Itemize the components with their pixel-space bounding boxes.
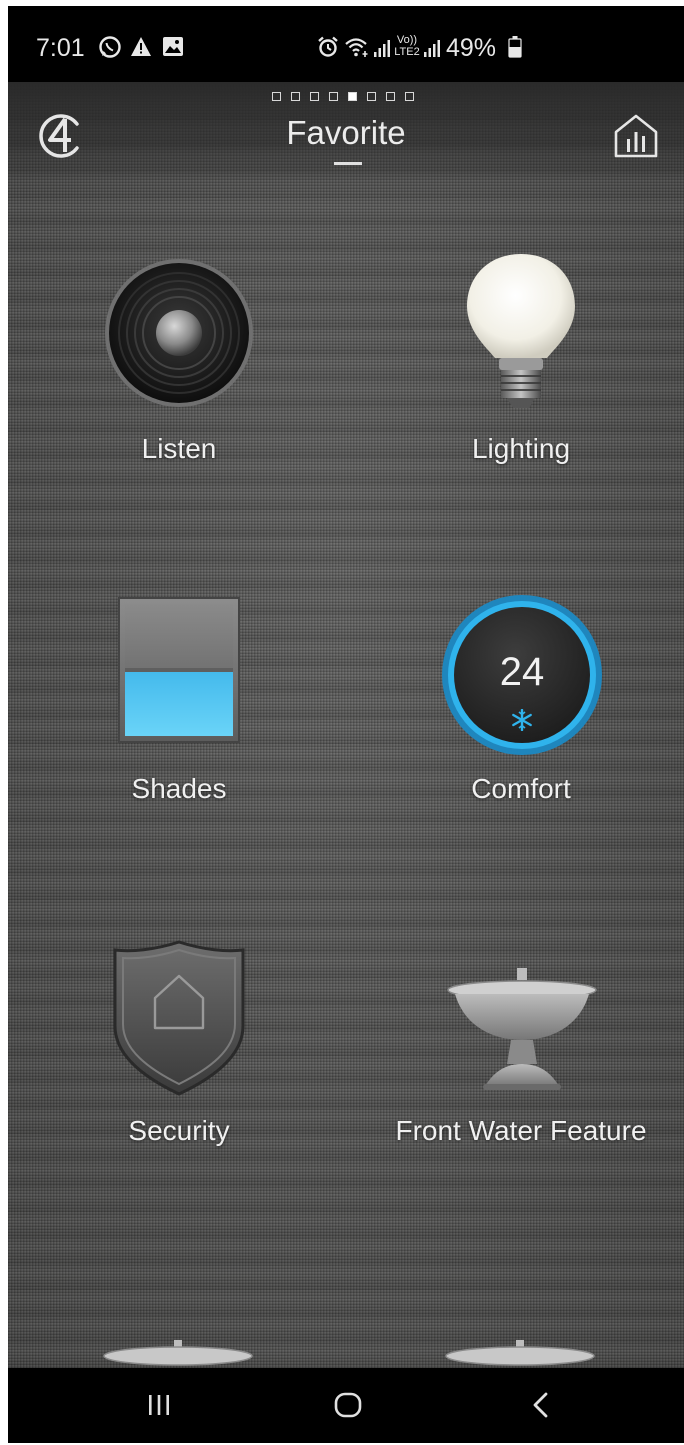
navigation-bar bbox=[8, 1368, 684, 1443]
temperature-readout: 24 bbox=[499, 650, 545, 694]
favorites-screen: Favorite Listen Lighting Shades 24 Comfo… bbox=[8, 82, 684, 1368]
volte-label-bottom: LTE2 bbox=[394, 46, 420, 58]
status-time: 7:01 bbox=[36, 34, 85, 62]
tile-listen[interactable]: Listen bbox=[29, 248, 329, 508]
page-dot-active[interactable] bbox=[348, 92, 357, 101]
signal-icon bbox=[423, 38, 441, 63]
fountain-icon bbox=[445, 968, 599, 1099]
title-underline bbox=[334, 162, 362, 165]
gallery-icon bbox=[162, 36, 184, 63]
tile-lighting[interactable]: Lighting bbox=[371, 248, 671, 508]
tile-partial[interactable] bbox=[445, 1340, 595, 1368]
tile-front-water-feature[interactable]: Front Water Feature bbox=[371, 930, 671, 1190]
home-icon[interactable] bbox=[333, 1390, 363, 1425]
whatsapp-icon bbox=[98, 35, 122, 64]
page-dot[interactable] bbox=[386, 92, 395, 101]
tile-partial[interactable] bbox=[103, 1340, 253, 1368]
light-bulb-icon bbox=[459, 248, 583, 428]
page-dot[interactable] bbox=[310, 92, 319, 101]
tile-comfort[interactable]: 24 Comfort bbox=[371, 588, 671, 848]
alarm-icon bbox=[317, 36, 339, 63]
alert-icon bbox=[130, 36, 152, 63]
volte-label-top: Vo)) bbox=[396, 34, 418, 46]
house-stats-icon[interactable] bbox=[612, 112, 660, 165]
tile-label: Front Water Feature bbox=[395, 1115, 647, 1146]
phone-screen: 7:01 Vo)) LTE2 49% Favorite Listen Light… bbox=[8, 6, 684, 1443]
wifi-icon bbox=[344, 36, 370, 63]
page-dot[interactable] bbox=[329, 92, 338, 101]
tile-label: Listen bbox=[141, 433, 217, 464]
page-dot[interactable] bbox=[272, 92, 281, 101]
tile-security[interactable]: Security bbox=[29, 930, 329, 1190]
tile-shades[interactable]: Shades bbox=[29, 588, 329, 848]
header: Favorite bbox=[8, 82, 684, 192]
tile-label: Lighting bbox=[471, 433, 571, 464]
battery-icon bbox=[508, 36, 522, 63]
back-icon[interactable] bbox=[528, 1390, 554, 1425]
status-bar: 7:01 Vo)) LTE2 49% bbox=[8, 6, 684, 82]
speaker-icon bbox=[104, 258, 254, 413]
recent-apps-icon[interactable] bbox=[146, 1392, 172, 1423]
page-dot[interactable] bbox=[405, 92, 414, 101]
battery-percent: 49% bbox=[446, 34, 497, 62]
tile-label: Comfort bbox=[471, 773, 571, 804]
tile-label: Security bbox=[128, 1115, 230, 1146]
volte-icon: Vo)) LTE2 bbox=[393, 34, 421, 58]
page-dot[interactable] bbox=[367, 92, 376, 101]
shade-icon bbox=[117, 596, 241, 749]
shield-house-icon bbox=[109, 938, 249, 1103]
tile-label: Shades bbox=[131, 773, 227, 804]
page-title: Favorite bbox=[286, 114, 406, 151]
page-dot[interactable] bbox=[291, 92, 300, 101]
signal-icon bbox=[373, 38, 391, 63]
snowflake-icon bbox=[511, 708, 533, 736]
